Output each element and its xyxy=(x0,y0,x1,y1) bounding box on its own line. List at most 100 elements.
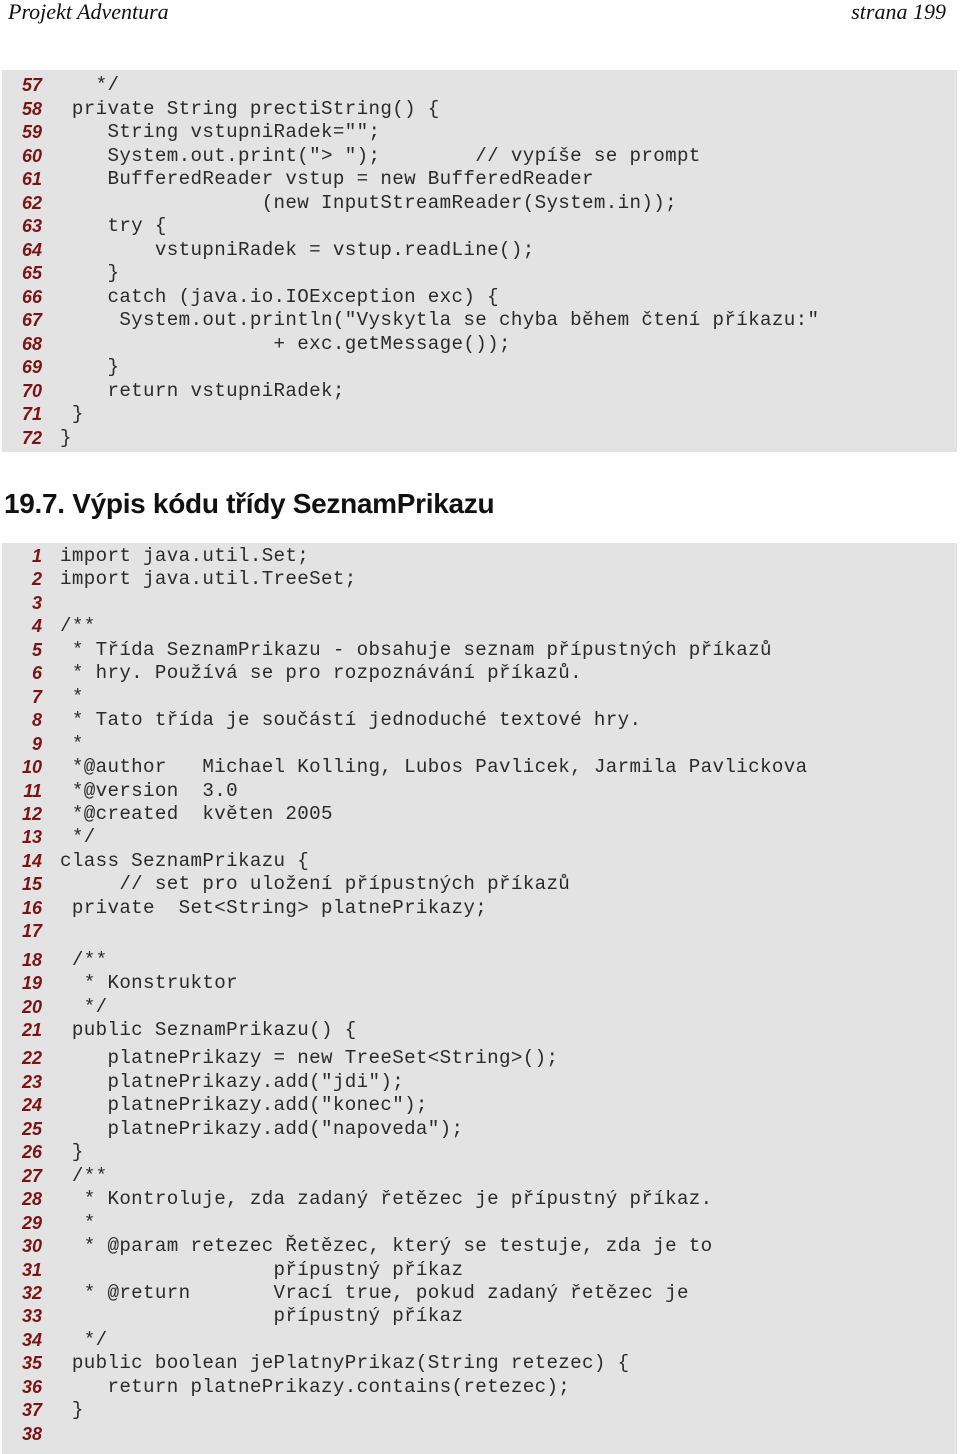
code-line: 59 String vstupniRadek=""; xyxy=(2,120,957,144)
code-text: * xyxy=(60,732,84,755)
code-text: } xyxy=(60,426,72,449)
code-line: 33 přípustný příkaz xyxy=(2,1304,957,1328)
code-line: 65 } xyxy=(2,261,957,285)
line-number: 23 xyxy=(21,1071,42,1092)
line-number: 24 xyxy=(21,1095,42,1116)
code-line: 22 platnePrikazy = new TreeSet<String>()… xyxy=(2,1046,957,1070)
code-line: 62 (new InputStreamReader(System.in)); xyxy=(2,191,957,215)
code-text: * @param retezec Řetězec, který se testu… xyxy=(60,1235,713,1258)
code-line: 21 public SeznamPrikazu() { xyxy=(2,1018,957,1042)
code-text: import java.util.TreeSet; xyxy=(60,568,357,591)
code-text: * xyxy=(60,1211,96,1234)
line-number: 18 xyxy=(21,949,42,970)
code-line: 14 class SeznamPrikazu { xyxy=(2,849,957,873)
code-text: // set pro uložení přípustných příkazů xyxy=(60,873,571,896)
code-text: platnePrikazy.add("jdi"); xyxy=(60,1070,405,1093)
code-text: vstupniRadek = vstup.readLine(); xyxy=(60,238,535,261)
code-text: přípustný příkaz xyxy=(60,1305,464,1328)
code-text: platnePrikazy = new TreeSet<String>(); xyxy=(60,1047,559,1070)
code-text: System.out.print("> "); // vypíše se pro… xyxy=(60,144,701,167)
code-text: System.out.println("Vyskytla se chyba bě… xyxy=(60,309,820,331)
code-text: + exc.getMessage()); xyxy=(60,332,511,355)
code-line: 20 */ xyxy=(2,995,957,1019)
line-number: 34 xyxy=(21,1329,42,1350)
code-line: 27 /** xyxy=(2,1164,957,1188)
code-text: import java.util.Set; xyxy=(60,545,310,567)
code-listing-continued: 57 */58 private String prectiString() {5… xyxy=(2,70,957,452)
code-text: String vstupniRadek=""; xyxy=(60,121,381,143)
line-number: 22 xyxy=(21,1048,42,1069)
code-line: 58 private String prectiString() { xyxy=(2,97,957,121)
code-line: 25 platnePrikazy.add("napoveda"); xyxy=(2,1117,957,1141)
code-text: /** xyxy=(60,1164,108,1187)
code-line: 57 */ xyxy=(2,73,957,97)
page-number: strana 199 xyxy=(851,0,946,24)
code-text: přípustný příkaz xyxy=(60,1258,464,1281)
line-number: 7 xyxy=(31,686,42,707)
line-number: 59 xyxy=(21,122,42,142)
code-line: 67 System.out.println("Vyskytla se chyba… xyxy=(2,308,957,332)
code-text: try { xyxy=(60,215,167,237)
code-text: } xyxy=(60,262,120,284)
code-line: 66 catch (java.io.IOException exc) { xyxy=(2,285,957,309)
code-listing-seznam-prikazu: 1 import java.util.Set; 2 import java.util.… xyxy=(2,543,957,1454)
line-number: 1 xyxy=(31,546,42,566)
code-line: 24 platnePrikazy.add("konec"); xyxy=(2,1093,957,1117)
line-number: 26 xyxy=(21,1142,42,1163)
line-number: 38 xyxy=(21,1423,42,1444)
code-line: 69 } xyxy=(2,355,957,379)
code-text: } xyxy=(60,403,84,425)
code-text: } xyxy=(60,356,120,378)
code-line: 29 * xyxy=(2,1211,957,1235)
code-line: 38 xyxy=(2,1422,957,1446)
code-line: 16 private Set<String> platnePrikazy; xyxy=(2,896,957,920)
line-number: 25 xyxy=(21,1118,42,1139)
code-line: 9 * xyxy=(2,732,957,756)
code-text: } xyxy=(60,1141,84,1164)
code-line: 11 *@version 3.0 xyxy=(2,779,957,803)
code-text: catch (java.io.IOException exc) { xyxy=(60,285,499,308)
line-number: 2 xyxy=(31,569,42,590)
line-number: 12 xyxy=(21,803,42,824)
code-line: 1 import java.util.Set; xyxy=(2,544,957,568)
code-line: 19 * Konstruktor xyxy=(2,971,957,995)
line-number: 70 xyxy=(21,380,42,401)
line-number: 37 xyxy=(21,1400,42,1421)
line-number: 33 xyxy=(21,1306,42,1327)
line-number: 64 xyxy=(21,239,42,260)
code-text: platnePrikazy.add("konec"); xyxy=(60,1094,428,1117)
code-text: * @return Vrací true, pokud zadaný řetěz… xyxy=(60,1281,689,1304)
code-line: 60 System.out.print("> "); // vypíše se … xyxy=(2,144,957,168)
line-number: 5 xyxy=(31,639,42,660)
line-number: 36 xyxy=(21,1376,42,1397)
code-text: * Kontroluje, zda zadaný řetězec je příp… xyxy=(60,1188,713,1211)
line-number: 14 xyxy=(21,850,42,871)
code-line: 64 vstupniRadek = vstup.readLine(); xyxy=(2,238,957,262)
code-line: 61 BufferedReader vstup = new BufferedRe… xyxy=(2,167,957,191)
line-number: 62 xyxy=(21,192,42,213)
line-number: 60 xyxy=(21,145,42,166)
code-line: 23 platnePrikazy.add("jdi"); xyxy=(2,1070,957,1094)
line-number: 4 xyxy=(31,616,42,637)
code-line: 31 přípustný příkaz xyxy=(2,1258,957,1282)
code-text: * Konstruktor xyxy=(60,972,238,995)
line-number: 27 xyxy=(21,1165,42,1186)
line-number: 61 xyxy=(21,169,42,189)
code-line: 34 */ xyxy=(2,1328,957,1352)
code-line: 35 public boolean jePlatnyPrikaz(String … xyxy=(2,1351,957,1375)
line-number: 71 xyxy=(21,404,42,424)
code-text: class SeznamPrikazu { xyxy=(60,849,310,872)
line-number: 8 xyxy=(31,710,42,731)
section-heading: 19.7. Výpis kódu třídy SeznamPrikazu xyxy=(4,488,495,519)
code-text: BufferedReader vstup = new BufferedReade… xyxy=(60,168,594,190)
code-text: return vstupniRadek; xyxy=(60,379,345,402)
code-line: 13 */ xyxy=(2,825,957,849)
code-line: 37 } xyxy=(2,1398,957,1422)
line-number: 65 xyxy=(21,263,42,283)
code-line: 6 * hry. Používá se pro rozpoznávání pří… xyxy=(2,661,957,685)
code-line: 17 xyxy=(2,919,957,943)
code-text: *@version 3.0 xyxy=(60,779,238,802)
line-number: 57 xyxy=(21,75,42,95)
code-line: 12 *@created květen 2005 xyxy=(2,802,957,826)
code-line: 71 } xyxy=(2,402,957,426)
